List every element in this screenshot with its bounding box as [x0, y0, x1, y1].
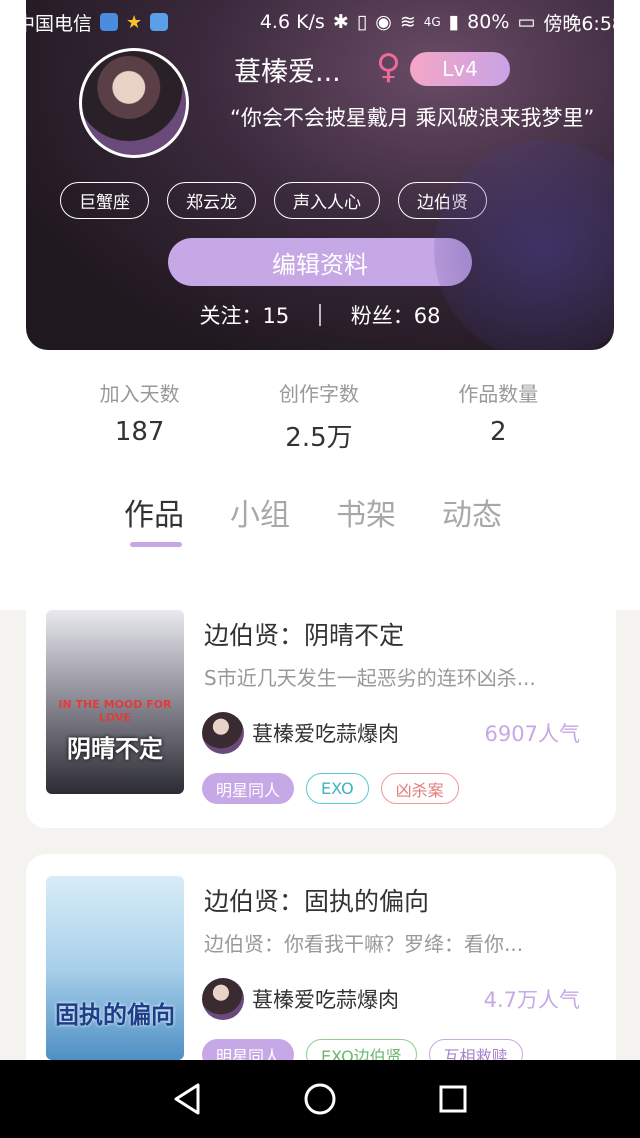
popularity: 6907人气: [484, 722, 580, 746]
bluetooth-icon: ✱: [332, 11, 349, 33]
profile-tag[interactable]: 声入人心: [274, 182, 380, 219]
level-badge[interactable]: Lv4: [410, 52, 510, 86]
cover-title: 固执的偏向: [55, 1001, 175, 1029]
tab-label: 动态: [442, 498, 502, 533]
work-description: 边伯贤：你看我干嘛？罗绛：看你...: [204, 932, 524, 956]
female-icon: ♀: [376, 47, 401, 87]
profile-card: 葚榛爱... ♀ Lv4 “你会不会披星戴月 乘风破浪来我梦里” 巨蟹座 郑云龙…: [26, 0, 614, 350]
author-avatar[interactable]: [202, 978, 244, 1020]
work-tag[interactable]: 明星同人: [202, 773, 295, 804]
tab-activity[interactable]: 动态: [442, 490, 502, 534]
tab-label: 书架: [336, 498, 396, 533]
battery-percent: 80%: [467, 11, 510, 33]
wifi-icon: ≋: [399, 11, 416, 33]
tab-indicator: [130, 542, 182, 547]
stat-word-count: 创作字数 2.5万: [279, 378, 359, 472]
work-tag[interactable]: 凶杀案: [380, 773, 459, 804]
profile-tag[interactable]: 边伯贤: [398, 182, 487, 219]
tab-bookshelf[interactable]: 书架: [336, 490, 396, 534]
work-tag[interactable]: EXO: [306, 773, 369, 804]
status-bar: 中国电信 ★ 4.6 K/s ✱ ▯ ◉ ≋ 4G ▮ 80% ▭ 傍晚6:58: [0, 0, 640, 44]
star-icon: ★: [126, 11, 143, 33]
clock: 傍晚6:58: [543, 12, 624, 35]
stat-value: 2: [490, 417, 507, 447]
recents-icon[interactable]: [433, 1079, 473, 1119]
stat-label: 加入天数: [99, 382, 180, 406]
avatar[interactable]: [79, 48, 189, 158]
signature: “你会不会披星戴月 乘风破浪来我梦里”: [230, 106, 595, 130]
tab-works[interactable]: 作品: [124, 490, 184, 547]
divider: [319, 304, 321, 326]
app-icon: [150, 13, 169, 31]
nickname: 葚榛爱...: [234, 57, 341, 88]
carrier-label: 中国电信: [16, 12, 93, 35]
profile-tag[interactable]: 巨蟹座: [60, 182, 149, 219]
work-tags: 明星同人 EXO 凶杀案: [202, 773, 459, 804]
home-icon[interactable]: [300, 1079, 340, 1119]
work-title[interactable]: 边伯贤：阴晴不定: [204, 616, 404, 652]
work-description: S市近几天发生一起恶劣的连环凶杀...: [204, 666, 536, 690]
signal-icon: ▮: [448, 11, 460, 33]
work-title[interactable]: 边伯贤：固执的偏向: [204, 882, 429, 918]
stat-works-count: 作品数量 2: [458, 378, 538, 472]
author-name[interactable]: 葚榛爱吃蒜爆肉: [252, 984, 484, 1014]
stat-label: 创作字数: [278, 382, 359, 406]
stat-value: 187: [114, 417, 165, 447]
stat-value: 2.5万: [285, 423, 353, 453]
popularity: 4.7万人气: [483, 988, 580, 1012]
stat-label: 作品数量: [458, 382, 539, 406]
battery-icon: ▭: [517, 11, 536, 33]
cover-subtitle: IN THE MOOD FOR LOVE: [58, 698, 172, 724]
edit-profile-button[interactable]: 编辑资料: [168, 238, 472, 286]
author-avatar[interactable]: [202, 712, 244, 754]
signal-label: 4G: [423, 15, 441, 29]
shield-icon: [100, 13, 119, 31]
navigation-bar: [0, 1060, 640, 1138]
author-row: 葚榛爱吃蒜爆肉 6907人气: [202, 712, 580, 754]
cover-title: 阴晴不定: [67, 735, 163, 763]
profile-tag[interactable]: 郑云龙: [167, 182, 256, 219]
tab-label: 作品: [124, 498, 184, 533]
network-speed: 4.6 K/s: [259, 11, 325, 33]
stats-panel: 加入天数 187 创作字数 2.5万 作品数量 2: [50, 350, 588, 472]
work-card[interactable]: 固执的偏向 边伯贤：固执的偏向 边伯贤：你看我干嘛？罗绛：看你... 葚榛爱吃蒜…: [26, 854, 616, 1094]
follow-stats: 关注：15 粉丝：68: [26, 300, 614, 330]
author-name[interactable]: 葚榛爱吃蒜爆肉: [252, 718, 485, 748]
author-row: 葚榛爱吃蒜爆肉 4.7万人气: [202, 978, 580, 1020]
work-card[interactable]: IN THE MOOD FOR LOVE 阴晴不定 边伯贤：阴晴不定 S市近几天…: [26, 588, 616, 828]
profile-tags: 巨蟹座 郑云龙 声入人心 边伯贤: [60, 182, 487, 219]
tab-groups[interactable]: 小组: [230, 490, 290, 534]
eye-icon: ◉: [375, 11, 392, 33]
profile-tabs: 作品 小组 书架 动态: [124, 490, 502, 547]
book-cover[interactable]: IN THE MOOD FOR LOVE 阴晴不定: [46, 610, 184, 794]
back-icon[interactable]: [167, 1079, 207, 1119]
stat-join-days: 加入天数 187: [100, 378, 180, 472]
vibrate-icon: ▯: [356, 11, 368, 33]
fans-count[interactable]: 粉丝：68: [351, 300, 441, 330]
book-cover[interactable]: 固执的偏向: [46, 876, 184, 1060]
following-count[interactable]: 关注：15: [200, 300, 290, 330]
tab-label: 小组: [230, 498, 290, 533]
